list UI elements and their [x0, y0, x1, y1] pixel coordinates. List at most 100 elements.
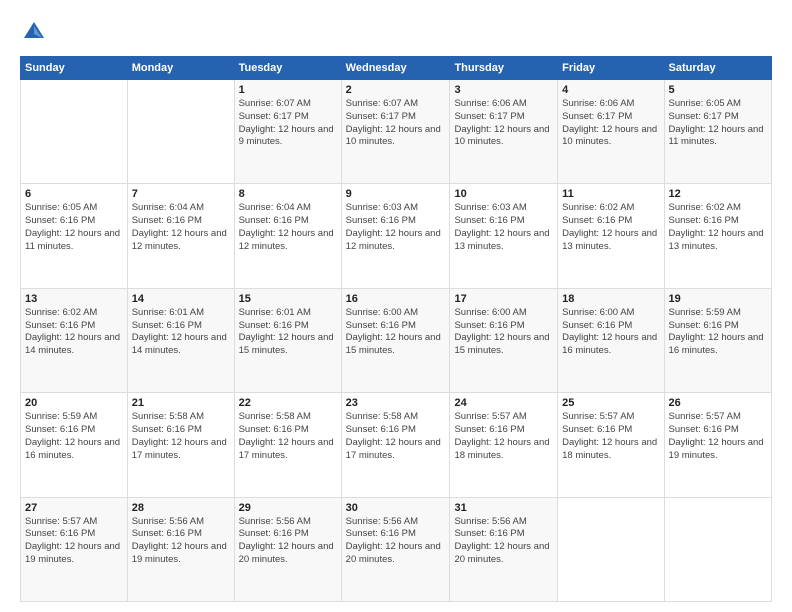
- day-number: 21: [132, 397, 230, 409]
- day-number: 28: [132, 502, 230, 514]
- calendar-week-row: 6Sunrise: 6:05 AM Sunset: 6:16 PM Daylig…: [21, 184, 772, 288]
- calendar-cell: 28 Sunrise: 5:56 AM Sunset: 6:16 PM Dayli…: [127, 497, 234, 601]
- calendar-cell: 1 Sunrise: 6:07 AM Sunset: 6:17 PM Daylig…: [234, 80, 341, 184]
- calendar-week-row: 27Sunrise: 5:57 AM Sunset: 6:16 PM Dayli…: [21, 497, 772, 601]
- day-number: 17: [454, 293, 553, 305]
- calendar-cell: 23 Sunrise: 5:58 AM Sunset: 6:16 PM Dayli…: [341, 393, 450, 497]
- calendar-cell: 25 Sunrise: 5:57 AM Sunset: 6:16 PM Dayli…: [558, 393, 664, 497]
- day-number: 27: [25, 502, 123, 514]
- day-info: Sunrise: 5:57 AM Sunset: 6:16 PM Dayligh…: [669, 411, 767, 462]
- day-info: Sunrise: 5:57 AM Sunset: 6:16 PM Dayligh…: [454, 411, 553, 462]
- day-info: Sunrise: 6:00 AM Sunset: 6:16 PM Dayligh…: [454, 307, 553, 358]
- day-number: 4: [562, 84, 659, 96]
- day-number: 18: [562, 293, 659, 305]
- day-number: 29: [239, 502, 337, 514]
- day-info: Sunrise: 5:58 AM Sunset: 6:16 PM Dayligh…: [239, 411, 337, 462]
- day-number: 16: [346, 293, 446, 305]
- day-info: Sunrise: 5:58 AM Sunset: 6:16 PM Dayligh…: [346, 411, 446, 462]
- day-info: Sunrise: 6:00 AM Sunset: 6:16 PM Dayligh…: [562, 307, 659, 358]
- day-info: Sunrise: 6:01 AM Sunset: 6:16 PM Dayligh…: [239, 307, 337, 358]
- day-info: Sunrise: 5:59 AM Sunset: 6:16 PM Dayligh…: [669, 307, 767, 358]
- day-number: 24: [454, 397, 553, 409]
- day-number: 14: [132, 293, 230, 305]
- weekday-header: Friday: [558, 57, 664, 80]
- day-number: 22: [239, 397, 337, 409]
- weekday-header: Monday: [127, 57, 234, 80]
- day-info: Sunrise: 5:56 AM Sunset: 6:16 PM Dayligh…: [239, 516, 337, 567]
- calendar-cell: 18 Sunrise: 6:00 AM Sunset: 6:16 PM Dayli…: [558, 288, 664, 392]
- day-info: Sunrise: 6:06 AM Sunset: 6:17 PM Dayligh…: [454, 98, 553, 149]
- weekday-header: Sunday: [21, 57, 128, 80]
- calendar-cell: 31Sunrise: 5:56 AM Sunset: 6:16 PM Dayli…: [450, 497, 558, 601]
- logo: [20, 18, 52, 46]
- calendar-cell: 29 Sunrise: 5:56 AM Sunset: 6:16 PM Dayli…: [234, 497, 341, 601]
- calendar-cell: 9Sunrise: 6:03 AM Sunset: 6:16 PM Daylig…: [341, 184, 450, 288]
- day-number: 19: [669, 293, 767, 305]
- day-info: Sunrise: 6:03 AM Sunset: 6:16 PM Dayligh…: [346, 202, 446, 253]
- day-info: Sunrise: 5:56 AM Sunset: 6:16 PM Dayligh…: [454, 516, 553, 567]
- calendar-cell: 13Sunrise: 6:02 AM Sunset: 6:16 PM Dayli…: [21, 288, 128, 392]
- calendar-cell: 24 Sunrise: 5:57 AM Sunset: 6:16 PM Dayli…: [450, 393, 558, 497]
- day-info: Sunrise: 6:07 AM Sunset: 6:17 PM Dayligh…: [239, 98, 337, 149]
- calendar-header-row: SundayMondayTuesdayWednesdayThursdayFrid…: [21, 57, 772, 80]
- calendar-cell: 30 Sunrise: 5:56 AM Sunset: 6:16 PM Dayli…: [341, 497, 450, 601]
- calendar-cell: 15 Sunrise: 6:01 AM Sunset: 6:16 PM Dayli…: [234, 288, 341, 392]
- calendar-cell: [664, 497, 771, 601]
- calendar-cell: 3Sunrise: 6:06 AM Sunset: 6:17 PM Daylig…: [450, 80, 558, 184]
- day-info: Sunrise: 5:57 AM Sunset: 6:16 PM Dayligh…: [562, 411, 659, 462]
- day-info: Sunrise: 5:59 AM Sunset: 6:16 PM Dayligh…: [25, 411, 123, 462]
- day-number: 30: [346, 502, 446, 514]
- calendar-cell: 8 Sunrise: 6:04 AM Sunset: 6:16 PM Daylig…: [234, 184, 341, 288]
- day-number: 2: [346, 84, 446, 96]
- calendar-cell: 22 Sunrise: 5:58 AM Sunset: 6:16 PM Dayli…: [234, 393, 341, 497]
- calendar-cell: 27Sunrise: 5:57 AM Sunset: 6:16 PM Dayli…: [21, 497, 128, 601]
- calendar-week-row: 13Sunrise: 6:02 AM Sunset: 6:16 PM Dayli…: [21, 288, 772, 392]
- day-info: Sunrise: 6:04 AM Sunset: 6:16 PM Dayligh…: [132, 202, 230, 253]
- calendar-cell: 4 Sunrise: 6:06 AM Sunset: 6:17 PM Daylig…: [558, 80, 664, 184]
- calendar-cell: [21, 80, 128, 184]
- calendar-cell: 19 Sunrise: 5:59 AM Sunset: 6:16 PM Dayli…: [664, 288, 771, 392]
- calendar-cell: 21Sunrise: 5:58 AM Sunset: 6:16 PM Dayli…: [127, 393, 234, 497]
- calendar-cell: [127, 80, 234, 184]
- weekday-header: Thursday: [450, 57, 558, 80]
- day-number: 8: [239, 188, 337, 200]
- day-info: Sunrise: 6:01 AM Sunset: 6:16 PM Dayligh…: [132, 307, 230, 358]
- day-info: Sunrise: 5:56 AM Sunset: 6:16 PM Dayligh…: [346, 516, 446, 567]
- day-number: 26: [669, 397, 767, 409]
- day-number: 5: [669, 84, 767, 96]
- day-number: 10: [454, 188, 553, 200]
- calendar-cell: 12 Sunrise: 6:02 AM Sunset: 6:16 PM Dayli…: [664, 184, 771, 288]
- weekday-header: Wednesday: [341, 57, 450, 80]
- weekday-header: Tuesday: [234, 57, 341, 80]
- calendar-week-row: 1 Sunrise: 6:07 AM Sunset: 6:17 PM Daylig…: [21, 80, 772, 184]
- logo-icon: [20, 18, 48, 46]
- day-number: 13: [25, 293, 123, 305]
- day-info: Sunrise: 6:07 AM Sunset: 6:17 PM Dayligh…: [346, 98, 446, 149]
- calendar-cell: 7 Sunrise: 6:04 AM Sunset: 6:16 PM Daylig…: [127, 184, 234, 288]
- day-info: Sunrise: 6:02 AM Sunset: 6:16 PM Dayligh…: [669, 202, 767, 253]
- calendar-cell: 11Sunrise: 6:02 AM Sunset: 6:16 PM Dayli…: [558, 184, 664, 288]
- calendar-cell: 16 Sunrise: 6:00 AM Sunset: 6:16 PM Dayli…: [341, 288, 450, 392]
- day-number: 7: [132, 188, 230, 200]
- calendar-cell: 20 Sunrise: 5:59 AM Sunset: 6:16 PM Dayli…: [21, 393, 128, 497]
- day-number: 12: [669, 188, 767, 200]
- calendar-cell: 17 Sunrise: 6:00 AM Sunset: 6:16 PM Dayli…: [450, 288, 558, 392]
- day-info: Sunrise: 5:56 AM Sunset: 6:16 PM Dayligh…: [132, 516, 230, 567]
- calendar-cell: 2 Sunrise: 6:07 AM Sunset: 6:17 PM Daylig…: [341, 80, 450, 184]
- day-number: 23: [346, 397, 446, 409]
- calendar-cell: 26 Sunrise: 5:57 AM Sunset: 6:16 PM Dayli…: [664, 393, 771, 497]
- day-info: Sunrise: 6:03 AM Sunset: 6:16 PM Dayligh…: [454, 202, 553, 253]
- day-number: 20: [25, 397, 123, 409]
- day-info: Sunrise: 6:06 AM Sunset: 6:17 PM Dayligh…: [562, 98, 659, 149]
- day-number: 25: [562, 397, 659, 409]
- calendar-cell: 5 Sunrise: 6:05 AM Sunset: 6:17 PM Daylig…: [664, 80, 771, 184]
- day-info: Sunrise: 6:00 AM Sunset: 6:16 PM Dayligh…: [346, 307, 446, 358]
- day-number: 15: [239, 293, 337, 305]
- day-info: Sunrise: 6:04 AM Sunset: 6:16 PM Dayligh…: [239, 202, 337, 253]
- calendar-cell: [558, 497, 664, 601]
- day-info: Sunrise: 6:05 AM Sunset: 6:17 PM Dayligh…: [669, 98, 767, 149]
- calendar: SundayMondayTuesdayWednesdayThursdayFrid…: [20, 56, 772, 602]
- day-number: 1: [239, 84, 337, 96]
- calendar-week-row: 20 Sunrise: 5:59 AM Sunset: 6:16 PM Dayli…: [21, 393, 772, 497]
- day-info: Sunrise: 6:02 AM Sunset: 6:16 PM Dayligh…: [562, 202, 659, 253]
